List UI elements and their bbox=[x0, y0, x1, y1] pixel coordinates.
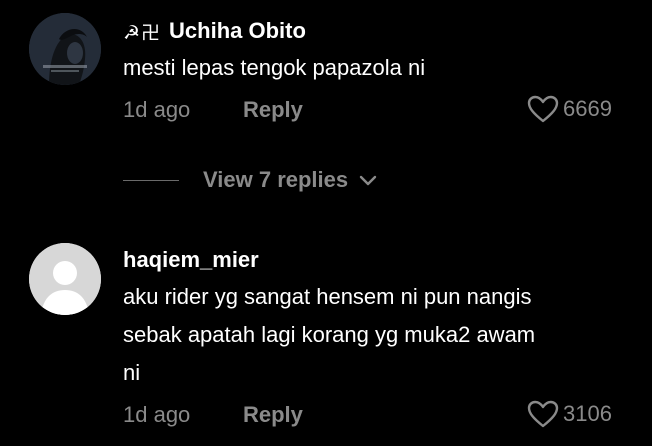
comment-time: 1d ago bbox=[123, 402, 191, 427]
comment-time: 1d ago bbox=[123, 97, 191, 122]
heart-icon bbox=[527, 400, 559, 428]
comment-text: mesti lepas tengok papazola ni bbox=[123, 55, 426, 80]
chevron-down-icon bbox=[359, 175, 377, 186]
divider-line bbox=[123, 179, 179, 181]
avatar[interactable] bbox=[29, 243, 101, 315]
like-button[interactable]: 3106 bbox=[527, 400, 612, 428]
username-text: Uchiha Obito bbox=[169, 18, 306, 43]
like-button[interactable]: 6669 bbox=[527, 95, 612, 123]
like-count: 6669 bbox=[563, 96, 612, 121]
comment-meta: 1d ago Reply 6669 bbox=[123, 93, 612, 129]
like-count: 3106 bbox=[563, 401, 612, 426]
default-avatar-icon bbox=[29, 243, 101, 315]
username-prefix: ☭卍 bbox=[123, 21, 162, 44]
view-replies-button[interactable]: View 7 replies bbox=[203, 167, 348, 193]
comment-meta: 1d ago Reply 3106 bbox=[123, 398, 612, 434]
view-replies-row[interactable]: View 7 replies bbox=[123, 162, 378, 198]
avatar-image bbox=[29, 13, 101, 85]
reply-button[interactable]: Reply bbox=[243, 97, 303, 123]
heart-icon bbox=[527, 95, 559, 123]
username[interactable]: ☭卍 Uchiha Obito bbox=[123, 17, 612, 45]
reply-button[interactable]: Reply bbox=[243, 402, 303, 428]
comment-text: aku rider yg sangat hensem ni pun nangis… bbox=[123, 284, 536, 385]
username[interactable]: haqiem_mier bbox=[123, 246, 612, 274]
avatar[interactable] bbox=[29, 13, 101, 85]
username-text: haqiem_mier bbox=[123, 247, 259, 272]
